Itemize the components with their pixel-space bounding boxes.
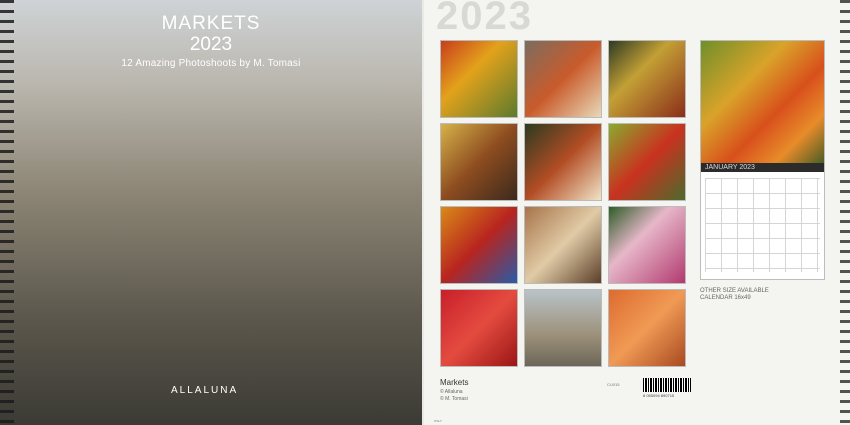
photo-thumbnail xyxy=(608,289,686,367)
back-year-watermark: 2023 xyxy=(436,0,533,38)
photo-thumbnail xyxy=(608,40,686,118)
photo-thumbnail xyxy=(524,40,602,118)
calendar-grid xyxy=(705,178,820,272)
photo-thumbnail xyxy=(524,123,602,201)
footer-text: ITALY xyxy=(434,419,442,423)
other-size-line-2: CALENDAR 16x49 xyxy=(700,295,751,301)
credit-photographer: © M. Tomasi xyxy=(440,396,468,402)
other-size-line-1: OTHER SIZE AVAILABLE xyxy=(700,288,769,294)
brand-name: ALLALUNA xyxy=(171,385,239,396)
photo-thumbnail xyxy=(524,206,602,284)
size-availability: OTHER SIZE AVAILABLE CALENDAR 16x49 xyxy=(700,288,769,302)
barcode-number: 8 055094 890715 xyxy=(643,393,675,398)
binding-spiral-right xyxy=(840,0,850,425)
cover-year: 2023 xyxy=(189,34,233,55)
credit-publisher: © Allaluna xyxy=(440,389,463,395)
barcode xyxy=(643,378,691,392)
publisher-logo: ALLALUNA xyxy=(171,385,238,396)
january-photo xyxy=(701,41,824,163)
month-label: JANUARY 2023 xyxy=(701,163,824,172)
photo-thumbnail xyxy=(440,123,518,201)
photo-thumbnail xyxy=(440,40,518,118)
january-calendar-preview: JANUARY 2023 xyxy=(700,40,825,280)
photo-thumbnail xyxy=(440,289,518,367)
product-code: CU015 xyxy=(607,382,620,387)
photo-thumbnail xyxy=(608,206,686,284)
photo-grid xyxy=(440,40,686,369)
back-title: Markets xyxy=(440,378,469,387)
photo-thumbnail xyxy=(524,289,602,367)
cover-title: MARKETS xyxy=(161,13,261,34)
photo-thumbnail xyxy=(608,123,686,201)
front-cover: MARKETS 2023 12 Amazing Photoshoots by M… xyxy=(0,0,422,425)
cover-subtitle: 12 Amazing Photoshoots by M. Tomasi xyxy=(121,58,301,69)
photo-thumbnail xyxy=(440,206,518,284)
back-cover: 2023 JANUARY 2023 OTHER SIZE AVAILABLE C… xyxy=(424,0,850,425)
